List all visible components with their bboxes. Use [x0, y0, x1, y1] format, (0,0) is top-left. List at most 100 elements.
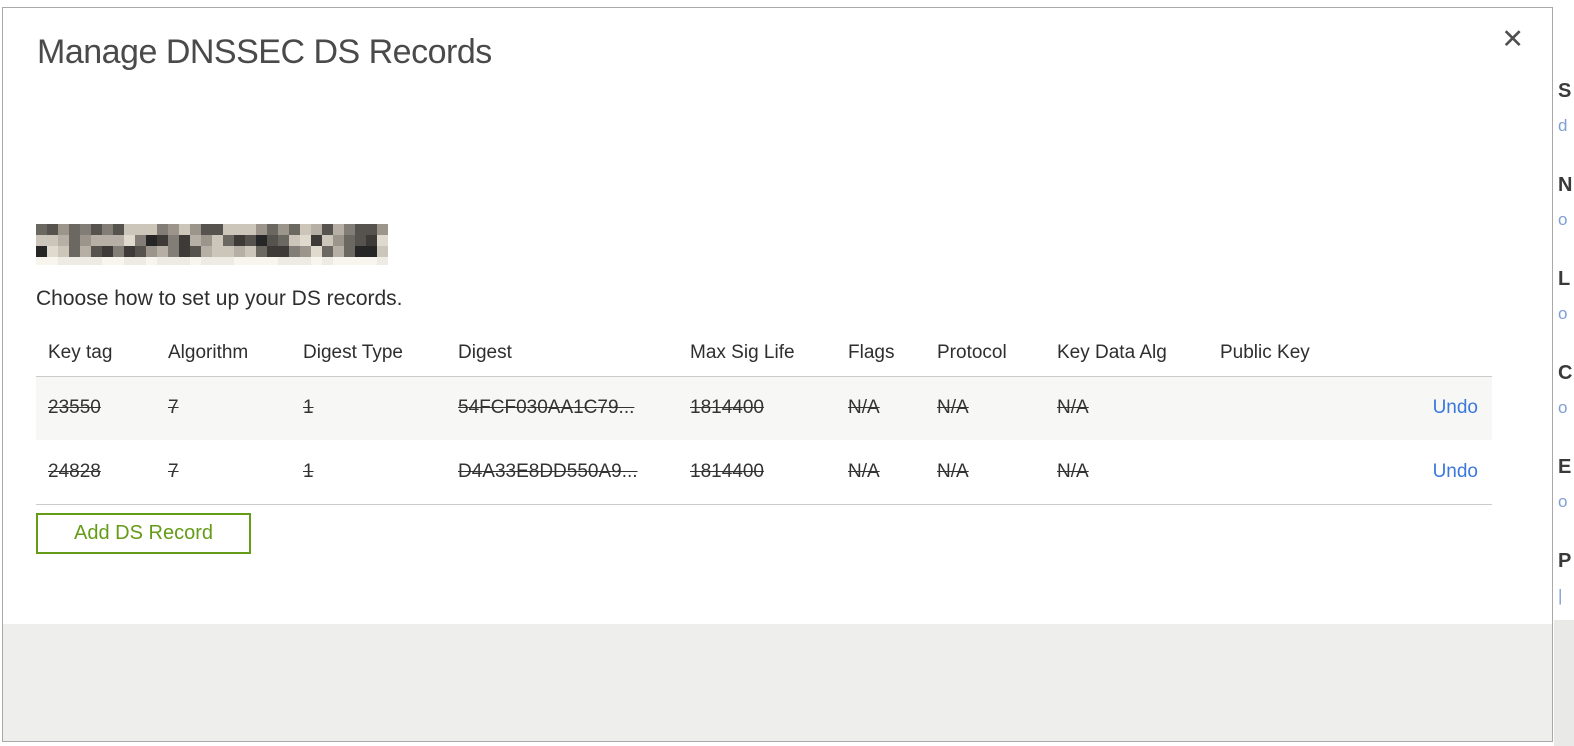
redacted-pixel — [377, 257, 388, 265]
redacted-pixel — [47, 257, 58, 265]
cell-digest-type: 1 — [291, 376, 446, 440]
undo-link[interactable]: Undo — [1433, 397, 1478, 418]
redacted-pixel — [377, 224, 388, 235]
column-header-key-data-alg: Key Data Alg — [1045, 330, 1208, 377]
close-icon[interactable]: ✕ — [1501, 24, 1524, 54]
redacted-pixel — [278, 224, 289, 235]
redacted-pixel — [355, 246, 366, 257]
redacted-pixel — [289, 257, 300, 265]
redacted-pixel — [377, 235, 388, 246]
redacted-pixel — [333, 246, 344, 257]
redacted-pixel — [344, 224, 355, 235]
redacted-pixel — [256, 257, 267, 265]
background-text-fragment: o — [1558, 304, 1568, 323]
undo-link[interactable]: Undo — [1433, 461, 1478, 482]
redacted-pixel — [80, 224, 91, 235]
background-text-fragment: L — [1558, 268, 1571, 290]
redacted-pixel — [201, 246, 212, 257]
ds-records-instruction: Choose how to set up your DS records. — [36, 287, 403, 310]
redacted-pixel — [311, 235, 322, 246]
redacted-pixel — [223, 235, 234, 246]
redacted-pixel — [91, 235, 102, 246]
redacted-pixel — [135, 235, 146, 246]
cell-algorithm: 7 — [156, 440, 291, 505]
redacted-pixel — [278, 246, 289, 257]
redacted-pixel — [322, 257, 333, 265]
redacted-pixel — [300, 257, 311, 265]
redacted-pixel — [113, 257, 124, 265]
redacted-pixel — [311, 224, 322, 235]
background-page-footer-edge — [1554, 620, 1574, 746]
redacted-pixel — [58, 246, 69, 257]
add-ds-record-button[interactable]: Add DS Record — [36, 513, 251, 554]
redacted-pixel — [366, 257, 377, 265]
redacted-pixel — [223, 224, 234, 235]
redacted-pixel — [91, 257, 102, 265]
cell-key-data-alg: N/A — [1045, 376, 1208, 440]
background-text-fragment: C — [1558, 362, 1573, 384]
column-header-digest-type: Digest Type — [291, 330, 446, 377]
redacted-pixel — [69, 246, 80, 257]
cell-protocol: N/A — [925, 376, 1045, 440]
redacted-pixel — [36, 246, 47, 257]
cell-public-key — [1208, 440, 1378, 505]
redacted-pixel — [58, 257, 69, 265]
redacted-pixel — [146, 257, 157, 265]
ds-records-table: Key tag Algorithm Digest Type Digest Max Sig… — [36, 330, 1492, 505]
redacted-pixel — [355, 224, 366, 235]
redacted-pixel — [190, 257, 201, 265]
redacted-pixel — [168, 246, 179, 257]
column-header-max-sig-life: Max Sig Life — [678, 330, 836, 377]
redacted-pixel — [311, 246, 322, 257]
redacted-pixel — [91, 224, 102, 235]
redacted-pixel — [234, 257, 245, 265]
redacted-pixel — [47, 235, 58, 246]
redacted-pixel — [69, 224, 80, 235]
manage-dnssec-dialog: Manage DNSSEC DS Records ✕ Choose how to… — [2, 7, 1553, 742]
redacted-pixel — [278, 257, 289, 265]
redacted-pixel — [201, 257, 212, 265]
redacted-pixel — [146, 235, 157, 246]
redacted-pixel — [190, 224, 201, 235]
cell-public-key — [1208, 376, 1378, 440]
cell-protocol: N/A — [925, 440, 1045, 505]
redacted-pixel — [256, 235, 267, 246]
redacted-pixel — [212, 235, 223, 246]
redacted-pixel — [157, 235, 168, 246]
redacted-pixel — [168, 257, 179, 265]
redacted-pixel — [69, 235, 80, 246]
redacted-domain-name — [36, 224, 388, 266]
redacted-pixel — [212, 224, 223, 235]
cell-digest: 54FCF030AA1C79... — [446, 376, 678, 440]
background-text-fragment: | — [1558, 586, 1563, 605]
redacted-pixel — [333, 235, 344, 246]
redacted-pixel — [124, 257, 135, 265]
redacted-pixel — [146, 246, 157, 257]
redacted-pixel — [289, 246, 300, 257]
redacted-pixel — [179, 235, 190, 246]
redacted-pixel — [234, 224, 245, 235]
redacted-pixel — [212, 246, 223, 257]
redacted-pixel — [124, 246, 135, 257]
column-header-flags: Flags — [836, 330, 925, 377]
cell-digest: D4A33E8DD550A9... — [446, 440, 678, 505]
redacted-pixel — [36, 257, 47, 265]
redacted-pixel — [234, 246, 245, 257]
redacted-pixel — [355, 257, 366, 265]
redacted-pixel — [344, 246, 355, 257]
redacted-pixel — [355, 235, 366, 246]
redacted-pixel — [80, 257, 91, 265]
ds-record-row: 23550 7 1 54FCF030AA1C79... 1814400 N/A N/A N/A… — [36, 376, 1492, 440]
redacted-pixel — [256, 224, 267, 235]
redacted-pixel — [322, 224, 333, 235]
redacted-pixel — [190, 235, 201, 246]
redacted-pixel — [179, 246, 190, 257]
redacted-pixel — [344, 257, 355, 265]
redacted-pixel — [245, 257, 256, 265]
redacted-pixel — [366, 235, 377, 246]
redacted-pixel — [245, 246, 256, 257]
redacted-pixel — [267, 235, 278, 246]
cell-max-sig-life: 1814400 — [678, 376, 836, 440]
redacted-pixel — [256, 246, 267, 257]
redacted-pixel — [80, 246, 91, 257]
